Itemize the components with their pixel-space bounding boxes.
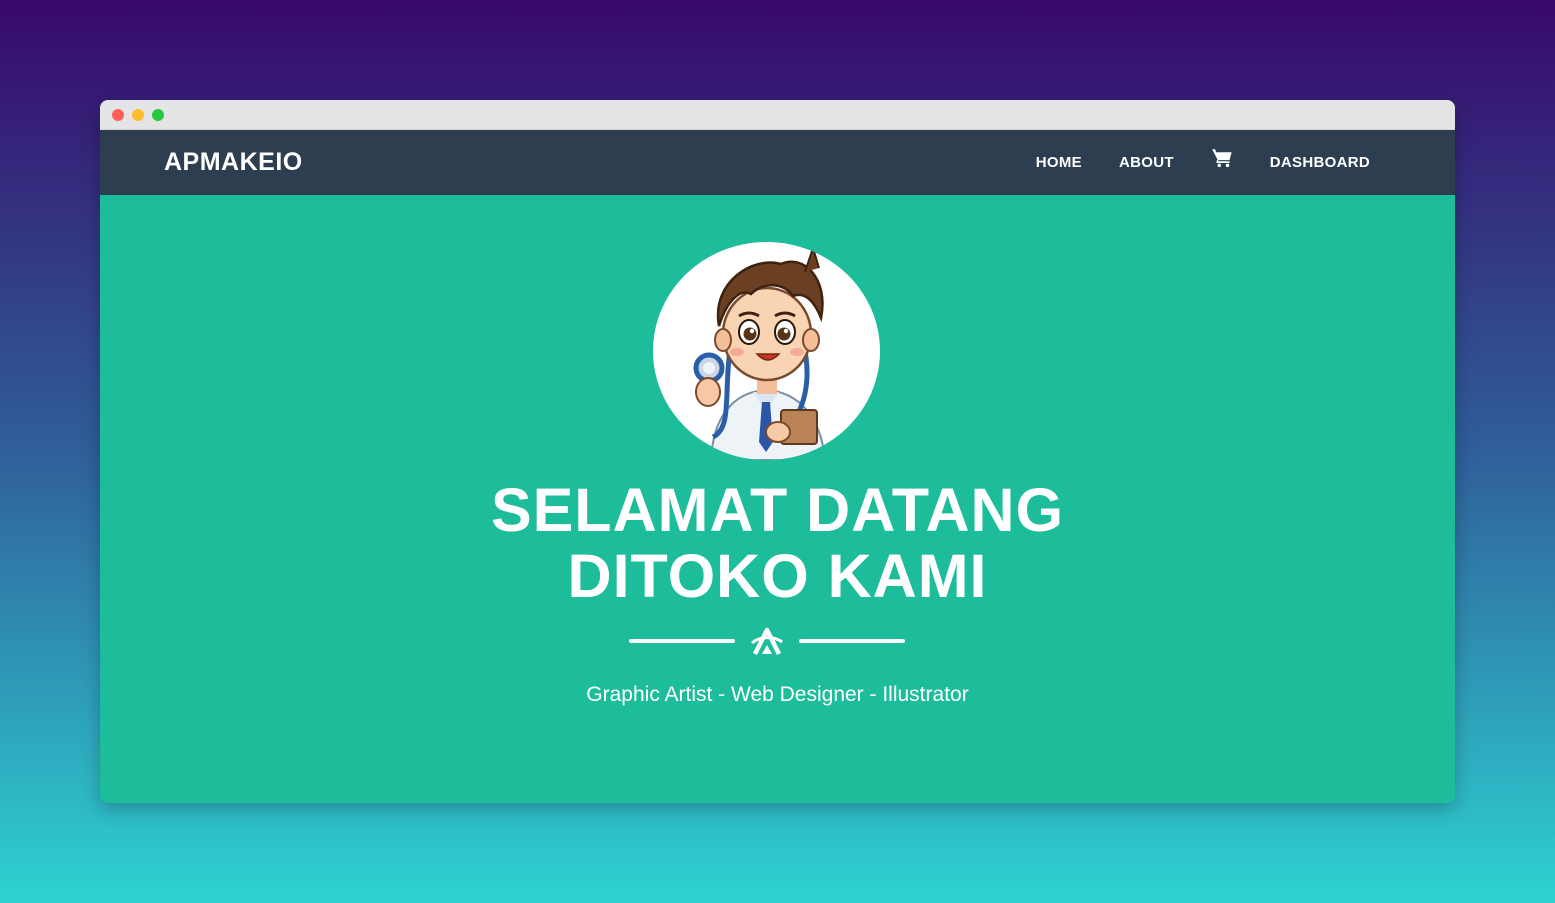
divider-line-right bbox=[799, 639, 905, 643]
brand-logo[interactable]: APMAKEIO bbox=[164, 130, 303, 195]
nav-dashboard-link[interactable]: DASHBOARD bbox=[1270, 154, 1370, 171]
browser-window: APMAKEIO HOME ABOUT DASHBOARD SELAMAT DA… bbox=[100, 100, 1455, 803]
hero-subtitle: Graphic Artist - Web Designer - Illustra… bbox=[586, 683, 969, 706]
hero-section: SELAMAT DATANG DITOKO KAMI Graphic Artis… bbox=[100, 195, 1455, 802]
maximize-window-button[interactable] bbox=[152, 109, 164, 121]
hero-title: SELAMAT DATANG DITOKO KAMI bbox=[100, 477, 1455, 609]
nav-about-link[interactable]: ABOUT bbox=[1119, 154, 1174, 171]
doctor-cartoon-icon bbox=[693, 244, 827, 460]
hero-title-line-1: SELAMAT DATANG bbox=[490, 476, 1065, 544]
nav-menu: HOME ABOUT DASHBOARD bbox=[1036, 130, 1370, 195]
cart-icon bbox=[1211, 149, 1232, 168]
divider-line-left bbox=[629, 639, 735, 643]
hero-title-line-2: DITOKO KAMI bbox=[567, 542, 988, 610]
navbar: APMAKEIO HOME ABOUT DASHBOARD bbox=[100, 130, 1455, 195]
minimize-window-button[interactable] bbox=[132, 109, 144, 121]
close-window-button[interactable] bbox=[112, 109, 124, 121]
doctor-avatar-image bbox=[653, 242, 880, 460]
nav-home-link[interactable]: HOME bbox=[1036, 154, 1082, 171]
window-titlebar bbox=[100, 100, 1455, 130]
logo-icon bbox=[751, 627, 783, 656]
cart-link[interactable] bbox=[1211, 149, 1233, 174]
title-divider bbox=[629, 626, 905, 656]
